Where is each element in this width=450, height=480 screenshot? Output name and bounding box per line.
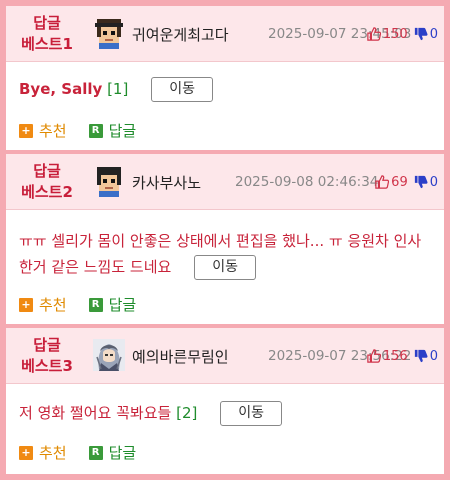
rank-line-1: 답글 xyxy=(33,162,61,180)
vote-counter: 150 0 xyxy=(367,6,438,62)
thumbs-up-icon xyxy=(375,175,390,189)
best-comment-3: 답글 베스트3 예의바른무림인 2025-09-07 23:56:22 156 xyxy=(6,328,444,474)
move-button[interactable]: 이동 xyxy=(151,77,214,102)
upvote-count: 156 xyxy=(382,348,408,364)
plus-icon: + xyxy=(19,445,33,460)
reply-label: 답글 xyxy=(108,122,137,140)
comment-body: Bye, Sally [1] 이동 xyxy=(6,62,444,102)
nickname[interactable]: 카사부사노 xyxy=(132,154,201,210)
reply-label: 답글 xyxy=(108,444,137,462)
comment-body: ㅠㅠ 셀리가 몸이 안좋은 상태에서 편집을 했나... ㅠ 응원차 인사한거 … xyxy=(6,210,444,280)
recommend-label: 추천 xyxy=(39,122,67,140)
reply-icon: R xyxy=(88,297,103,312)
pixel-face-cap-icon[interactable] xyxy=(93,17,125,49)
upvote[interactable]: 150 xyxy=(367,27,408,42)
best-comment-2: 답글 베스트2 카사부사노 2025-09-08 02:46:34 69 0 ㅠ… xyxy=(6,154,444,324)
vote-counter: 156 0 xyxy=(367,328,438,384)
comment-date: 2025-09-08 02:46:34 xyxy=(235,174,379,190)
comment-actions: + 추천 R 답글 xyxy=(19,294,158,315)
nickname[interactable]: 귀여운게최고다 xyxy=(132,6,229,62)
thumbs-up-icon xyxy=(367,349,381,363)
thumbs-down-icon xyxy=(414,175,428,189)
nickname[interactable]: 예의바른무림인 xyxy=(132,328,229,384)
reply-button[interactable]: R 답글 xyxy=(88,442,137,463)
upvote[interactable]: 69 xyxy=(375,175,408,190)
vote-counter: 69 0 xyxy=(375,154,438,210)
downvote-count: 0 xyxy=(429,348,438,364)
rank-line-2: 베스트1 xyxy=(21,35,73,53)
reply-button[interactable]: R 답글 xyxy=(88,120,137,141)
comment-header: 답글 베스트3 예의바른무림인 2025-09-07 23:56:22 156 xyxy=(6,328,444,384)
thumbs-down-icon xyxy=(414,349,428,363)
reply-button[interactable]: R 답글 xyxy=(88,294,137,315)
anime-character-icon[interactable] xyxy=(93,339,125,371)
comment-text: Bye, Sally xyxy=(19,80,103,98)
move-button[interactable]: 이동 xyxy=(220,401,283,426)
reply-label: 답글 xyxy=(108,296,137,314)
upvote[interactable]: 156 xyxy=(367,349,408,364)
rank-line-2: 베스트3 xyxy=(21,357,73,375)
recommend-button[interactable]: + 추천 xyxy=(19,120,67,141)
downvote[interactable]: 0 xyxy=(414,349,438,364)
rank-label: 답글 베스트3 xyxy=(6,328,88,384)
recommend-button[interactable]: + 추천 xyxy=(19,294,67,315)
downvote-count: 0 xyxy=(429,174,438,190)
downvote[interactable]: 0 xyxy=(414,175,438,190)
comment-actions: + 추천 R 답글 xyxy=(19,442,158,463)
rank-label: 답글 베스트1 xyxy=(6,6,88,62)
upvote-count: 150 xyxy=(382,26,408,42)
reply-icon: R xyxy=(88,123,103,138)
recommend-label: 추천 xyxy=(39,444,67,462)
plus-icon: + xyxy=(19,297,33,312)
downvote-count: 0 xyxy=(429,26,438,42)
reply-count: [2] xyxy=(176,404,198,422)
thumbs-up-icon xyxy=(367,27,381,41)
comment-header: 답글 베스트1 귀여운게최고다 2025-09-07 23:45:03 150 xyxy=(6,6,444,62)
move-button[interactable]: 이동 xyxy=(194,255,257,280)
rank-label: 답글 베스트2 xyxy=(6,154,88,210)
thumbs-down-icon xyxy=(414,27,428,41)
comment-actions: + 추천 R 답글 xyxy=(19,120,158,141)
comment-header: 답글 베스트2 카사부사노 2025-09-08 02:46:34 69 0 xyxy=(6,154,444,210)
upvote-count: 69 xyxy=(391,174,408,190)
comment-text: 저 영화 쩔어요 꼭봐요들 xyxy=(19,404,172,422)
recommend-button[interactable]: + 추천 xyxy=(19,442,67,463)
recommend-label: 추천 xyxy=(39,296,67,314)
reply-count: [1] xyxy=(107,80,129,98)
reply-icon: R xyxy=(88,445,103,460)
downvote[interactable]: 0 xyxy=(414,27,438,42)
pixel-face-icon[interactable] xyxy=(93,165,125,197)
rank-line-1: 답글 xyxy=(33,336,61,354)
best-comment-1: 답글 베스트1 귀여운게최고다 2025-09-07 23:45:03 150 xyxy=(6,6,444,150)
rank-line-1: 답글 xyxy=(33,14,61,32)
rank-line-2: 베스트2 xyxy=(21,183,73,201)
plus-icon: + xyxy=(19,123,33,138)
comment-body: 저 영화 쩔어요 꼭봐요들 [2] 이동 xyxy=(6,384,444,426)
